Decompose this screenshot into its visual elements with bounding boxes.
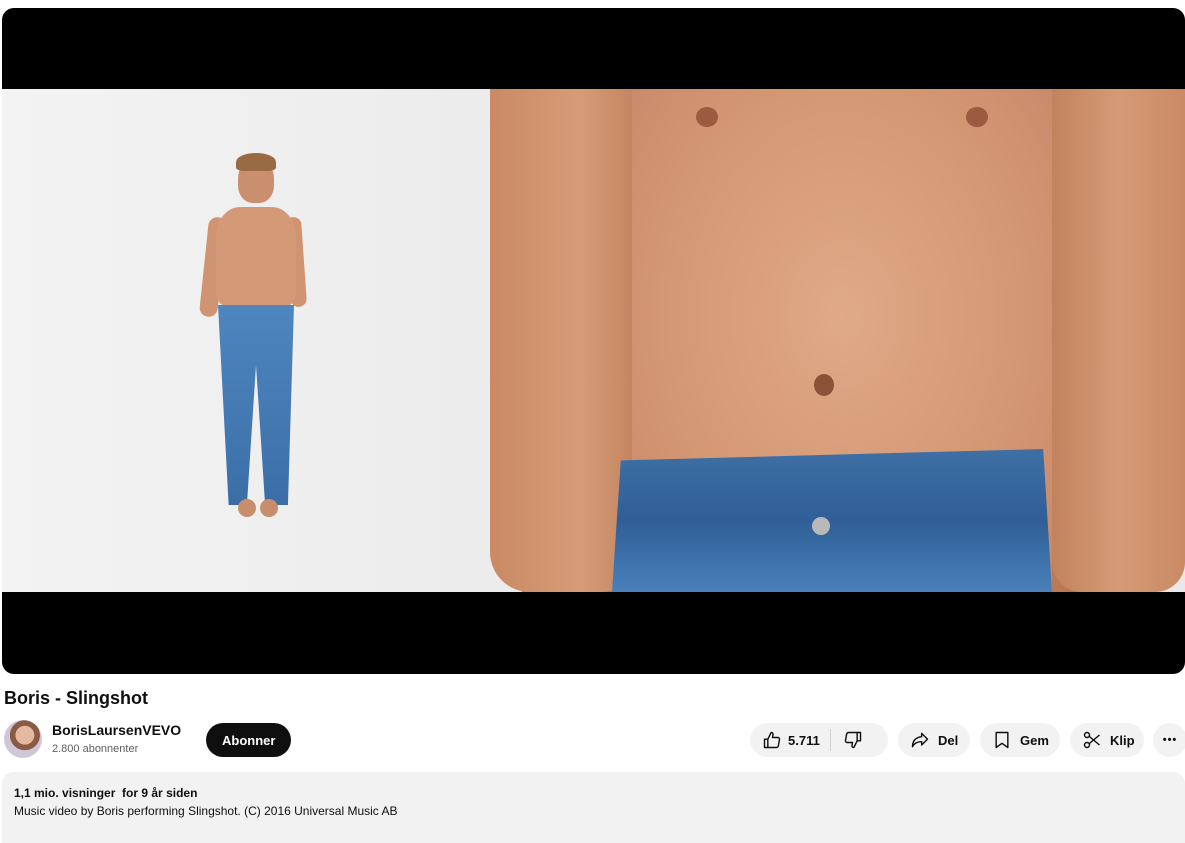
clip-button[interactable]: Klip — [1070, 723, 1144, 757]
description-text: Music video by Boris performing Slingsho… — [14, 804, 398, 818]
channel-row: BorisLaursenVEVO 2.800 abonnenter Abonne… — [4, 718, 1185, 762]
view-count: 1,1 mio. visninger — [14, 786, 116, 800]
like-dislike-group: 5.711 — [750, 723, 888, 757]
dislike-button[interactable] — [831, 723, 875, 757]
more-actions-button[interactable]: ••• — [1153, 723, 1185, 757]
more-horizontal-icon: ••• — [1162, 734, 1178, 746]
video-meta: 1,1 mio. visninger for 9 år siden — [14, 786, 1173, 800]
description-box[interactable]: 1,1 mio. visninger for 9 år siden Music … — [2, 772, 1185, 843]
video-player[interactable] — [2, 8, 1185, 674]
channel-name[interactable]: BorisLaursenVEVO — [52, 722, 181, 738]
video-title: Boris - Slingshot — [4, 688, 148, 708]
video-frame — [2, 89, 1185, 592]
subscribe-button[interactable]: Abonner — [206, 723, 292, 757]
upload-age: for 9 år siden — [122, 786, 198, 800]
video-person-small — [198, 153, 312, 539]
save-button[interactable]: Gem — [980, 723, 1060, 757]
share-label: Del — [938, 732, 959, 748]
thumbs-down-icon — [844, 731, 862, 749]
share-button[interactable]: Del — [898, 723, 970, 757]
save-label: Gem — [1020, 732, 1049, 748]
like-count: 5.711 — [788, 732, 820, 748]
video-jeans — [612, 449, 1052, 592]
bookmark-icon — [995, 731, 1009, 749]
channel-avatar[interactable] — [4, 720, 42, 758]
like-button[interactable]: 5.711 — [750, 723, 830, 757]
thumbs-up-icon — [763, 731, 781, 749]
share-arrow-icon — [911, 732, 929, 748]
scissors-icon — [1083, 731, 1100, 749]
clip-label: Klip — [1110, 732, 1135, 748]
subscriber-count: 2.800 abonnenter — [52, 743, 139, 755]
